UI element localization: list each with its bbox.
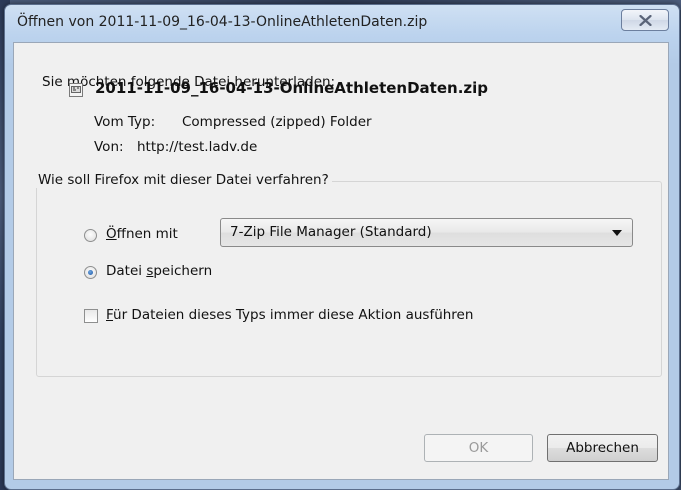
download-dialog: Öffnen von 2011-11-09_16-04-13-OnlineAth… (4, 4, 680, 490)
always-do-label-rest: ür Dateien dieses Typs immer diese Aktio… (113, 307, 474, 323)
close-button[interactable] (621, 9, 669, 31)
save-file-label-pre: Datei (106, 263, 147, 279)
open-with-radio[interactable] (84, 229, 97, 242)
open-with-label-rest: ffnen mit (116, 226, 178, 242)
save-file-radio[interactable] (84, 266, 97, 279)
window-title: Öffnen von 2011-11-09_16-04-13-OnlineAth… (17, 14, 428, 30)
save-file-label[interactable]: Datei speichern (106, 263, 212, 279)
open-with-app-select[interactable]: 7-Zip File Manager (Standard) (220, 218, 633, 247)
dialog-content: Sie möchten folgende Datei herunterladen… (13, 42, 669, 480)
chevron-down-icon (612, 230, 622, 236)
file-source-value: http://test.ladv.de (137, 139, 258, 155)
always-do-mnemonic: F (106, 307, 114, 323)
file-name: 2011-11-09_16-04-13-OnlineAthletenDaten.… (95, 79, 489, 97)
cancel-button[interactable]: Abbrechen (547, 434, 658, 462)
file-source-label: Von: (94, 139, 124, 155)
open-with-app-value: 7-Zip File Manager (Standard) (230, 224, 432, 240)
file-type-label: Vom Typ: (94, 114, 156, 130)
action-group-legend: Wie soll Firefox mit dieser Datei verfah… (34, 172, 332, 188)
ok-button[interactable]: OK (424, 434, 533, 462)
title-bar[interactable]: Öffnen von 2011-11-09_16-04-13-OnlineAth… (5, 5, 679, 41)
zip-file-icon (69, 83, 83, 97)
close-icon (639, 15, 652, 26)
always-do-label[interactable]: Für Dateien dieses Typs immer diese Akti… (106, 307, 473, 323)
open-with-mnemonic: Ö (106, 226, 117, 242)
open-with-label[interactable]: Öffnen mit (106, 226, 178, 242)
always-do-checkbox[interactable] (84, 309, 98, 323)
save-file-label-rest: peichern (153, 263, 213, 279)
file-type-value: Compressed (zipped) Folder (182, 114, 372, 130)
action-groupbox (36, 181, 662, 377)
